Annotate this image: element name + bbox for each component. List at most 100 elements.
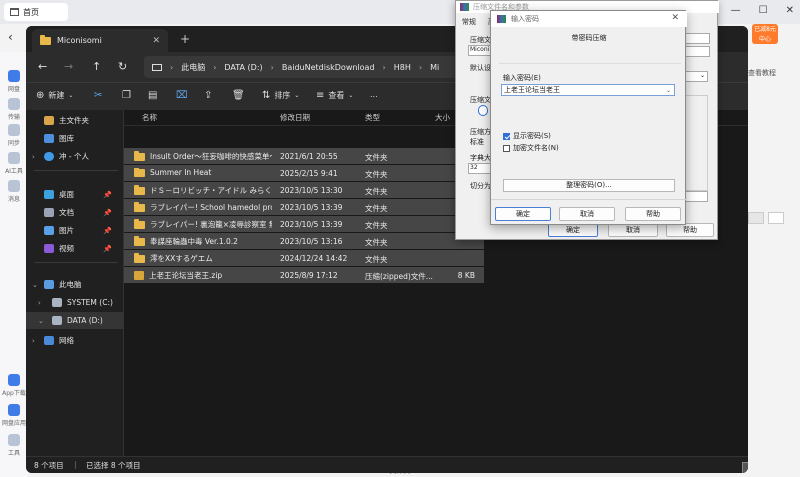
delete-icon[interactable]: 🗑 [232,90,245,101]
show-password-checkbox[interactable]: 显示密码(S) [503,131,551,141]
up-icon[interactable]: ↑ [92,60,101,73]
chevron-down-icon: ⌄ [294,92,300,99]
refresh-icon[interactable]: ↻ [118,60,127,73]
expand-icon[interactable]: › [38,299,41,307]
file-row[interactable]: 澪をXXするゲエム 2024/12/24 14:42 文件夹 [124,250,484,267]
archive-name-field[interactable]: Miconi [468,45,492,56]
file-row[interactable]: Summer In Heat 2025/2/15 9:41 文件夹 [124,165,484,182]
nav-item-network[interactable]: › 网络 [26,332,124,349]
breadcrumb-item[interactable]: Mi [430,63,439,72]
nav-item-pictures[interactable]: 图片 📌 [26,222,124,239]
column-header-name[interactable]: 名称 [134,112,272,123]
new-button[interactable]: ⊕ 新建 ⌄ [36,90,73,101]
archive-ok-button[interactable]: 确定 [548,223,598,237]
view-button[interactable]: ≡ 查看 ⌄ [316,90,353,101]
share-icon[interactable]: ⇪ [204,90,212,101]
new-tab-icon[interactable]: + [180,32,190,46]
paste-icon[interactable]: ▤ [148,90,157,101]
nav-item-this-pc[interactable]: ⌄ 此电脑 [26,276,124,293]
file-row[interactable]: Insult Order～狂妄咖啡的快感菜单～ ve... 2021/6/1 2… [124,148,484,165]
netdisk-icon [8,70,20,82]
password-input[interactable]: 上老王论坛当老王 ⌄ [501,84,675,96]
background-tab-home[interactable]: 首页 [4,3,68,21]
encrypt-filenames-checkbox[interactable]: 加密文件名(N) [503,143,559,153]
minimize-icon[interactable]: — [731,5,741,16]
app-download-icon [8,374,20,386]
dictionary-size-field[interactable]: 32 [468,163,492,174]
cut-icon[interactable]: ✂ [94,90,102,101]
back-icon[interactable]: ← [38,60,47,73]
nav-item-documents[interactable]: 文档 📌 [26,204,124,221]
collapse-icon[interactable]: ⌄ [38,317,44,325]
more-options-button[interactable]: ... [370,90,378,99]
pin-icon: 📌 [103,244,112,253]
password-cancel-button[interactable]: 取消 [559,207,615,221]
breadcrumb-item[interactable]: H8H [394,63,411,72]
sidebar-item-messages[interactable]: 消息 [2,180,26,203]
file-row[interactable]: ドＳ－ロリビッチ・アイドル みらくる... 2023/10/5 13:30 文件… [124,182,484,199]
folder-icon [134,253,145,263]
sidebar-item-app-download[interactable]: App下载 [2,374,26,397]
archive-help-button[interactable]: 帮助 [666,223,714,237]
home-icon [10,8,19,16]
sidebar-item-netdisk-apps[interactable]: 网盘应用 [2,404,26,427]
sort-button[interactable]: ⇅ 排序 ⌄ [262,90,299,101]
dictionary-size-label: 字典大 [470,154,491,162]
file-row[interactable]: 奉謀座輪蟲中毒 Ver.1.0.2 2023/10/5 13:16 文件夹 [124,233,484,250]
home-icon [44,116,54,125]
nav-item-data-drive[interactable]: ⌄ DATA (D:) [26,312,124,329]
file-row[interactable]: 上老王论坛当老王.zip 2025/8/9 17:12 压缩(zipped)文件… [124,267,484,284]
file-row[interactable]: ラブレイパー! School hamedol project 2023/10/5… [124,199,484,216]
zip-folder-icon [134,271,144,280]
breadcrumb-item[interactable]: 此电脑 [181,62,205,73]
close-icon[interactable]: ✕ [671,13,679,23]
sidebar-item-netdisk[interactable]: 网盘 [2,70,26,93]
split-volume-select[interactable] [684,191,708,202]
explorer-tab[interactable]: Miconisomi ✕ [32,29,168,52]
tiles-view-icon[interactable] [742,462,748,473]
profile-select[interactable]: ⌄ [684,71,708,82]
nav-item-onedrive[interactable]: › 冲 - 个人 [26,148,124,165]
collapse-icon[interactable]: ⌄ [32,281,38,289]
archive-cancel-button[interactable]: 取消 [608,223,658,237]
breadcrumb-item[interactable]: BaiduNetdiskDownload [282,63,375,72]
copy-icon[interactable]: ❐ [122,90,131,101]
address-bar[interactable]: › 此电脑 › DATA (D:) › BaiduNetdiskDownload… [144,56,484,78]
tools-icon [8,434,20,446]
expand-icon[interactable]: › [32,153,35,161]
sidebar-item-ai-tools[interactable]: AI工具 [2,152,26,175]
maximize-icon[interactable]: ☐ [759,5,768,16]
browse-button[interactable] [684,33,710,44]
nav-item-videos[interactable]: 视频 📌 [26,240,124,257]
column-header-date[interactable]: 修改日期 [280,112,362,123]
breadcrumb-item[interactable]: DATA (D:) [224,63,262,72]
sidebar-item-sync[interactable]: 同步 [2,124,26,147]
password-help-button[interactable]: 帮助 [625,207,681,221]
column-header-type[interactable]: 类型 [365,112,433,123]
list-view-icon[interactable] [748,212,764,224]
nav-item-gallery[interactable]: 图库 [26,130,124,147]
file-row[interactable]: ラブレイパー! 裏泡籠×凌辱診察室 無修... 2023/10/5 13:39 … [124,216,484,233]
nav-item-desktop[interactable]: 桌面 📌 [26,186,124,203]
sidebar-item-tools[interactable]: 工具 [2,434,26,457]
manage-passwords-button[interactable]: 整理密码(O)... [503,179,675,192]
chevron-down-icon[interactable]: ⌄ [666,86,671,96]
format-radio[interactable] [478,105,488,116]
sidebar-item-transfer[interactable]: 传输 [2,98,26,121]
password-ok-button[interactable]: 确定 [495,207,551,221]
pin-icon: 📌 [103,208,112,217]
tab-general[interactable]: 常规 [462,17,476,27]
back-arrow-icon[interactable]: ‹ [8,30,13,44]
rename-icon[interactable]: ⌧ [176,90,188,101]
close-icon[interactable]: ✕ [786,5,794,16]
promo-badge[interactable]: 已减8元 中心 [752,24,778,44]
grid-view-icon[interactable] [768,212,784,224]
close-tab-icon[interactable]: ✕ [152,36,160,46]
update-mode-select[interactable] [684,46,710,57]
expand-icon[interactable]: › [32,337,35,345]
forward-icon[interactable]: → [64,60,73,73]
nav-item-home[interactable]: 主文件夹 [26,112,124,129]
background-sidebar: 网盘 传输 同步 AI工具 消息 App下载 网盘应用 工具 [0,52,28,477]
nav-item-system-drive[interactable]: › SYSTEM (C:) [26,294,124,311]
tutorial-link[interactable]: 查看教程 [748,68,776,78]
